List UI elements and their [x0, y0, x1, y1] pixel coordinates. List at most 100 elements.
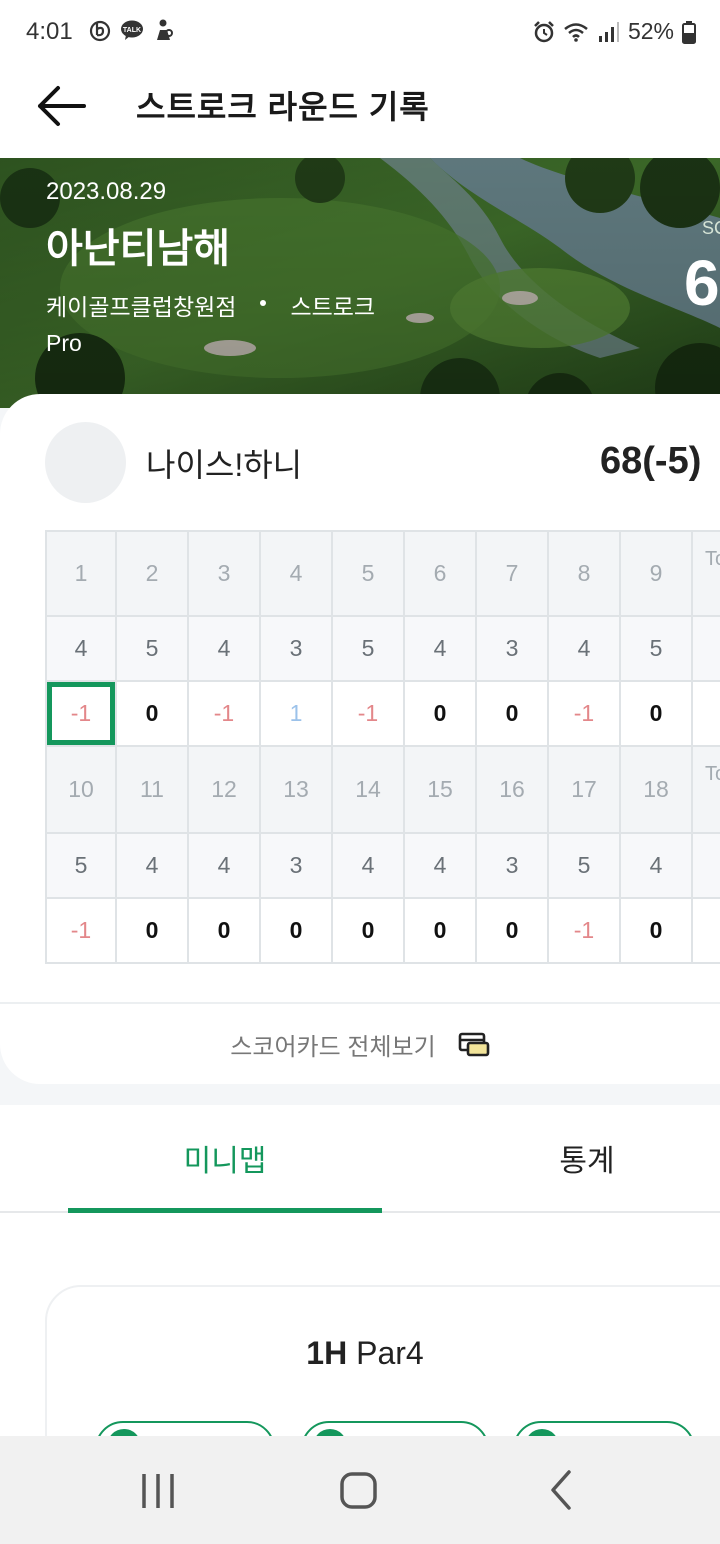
avatar[interactable] — [45, 422, 126, 503]
result-cell: 0 — [477, 899, 549, 964]
result-cell: 0 — [261, 899, 333, 964]
front-hole-row: 123456789To — [45, 530, 720, 617]
separator-dot — [260, 300, 267, 306]
tab-minimap[interactable]: 미니맵 — [68, 1105, 382, 1213]
par-cell: 4 — [189, 617, 261, 682]
hole-number-cell: 11 — [117, 747, 189, 834]
hole-number-cell: 5 — [333, 530, 405, 617]
round-level: Pro — [46, 330, 82, 356]
hole-number-cell: 9 — [621, 530, 693, 617]
par-cell: 5 — [621, 617, 693, 682]
status-bar: 4:01 TALK 52% — [0, 0, 720, 62]
result-cell: 0 — [621, 899, 693, 964]
result-cell: 0 — [333, 899, 405, 964]
par-cell: 5 — [45, 834, 117, 899]
minimap-section: 1H Par4 — [0, 1213, 720, 1525]
result-cell: 0 — [621, 682, 693, 747]
battery-icon — [682, 20, 696, 44]
full-scorecard-label: 스코어카드 전체보기 — [230, 1033, 436, 1061]
player-total-score: 68(-5) — [600, 440, 702, 482]
score-label: SC — [702, 218, 720, 238]
hole-number-cell: 18 — [621, 747, 693, 834]
par-cell: 4 — [333, 834, 405, 899]
result-cell: 0 — [117, 899, 189, 964]
par-cell: 4 — [189, 834, 261, 899]
hole-title: 1H Par4 — [47, 1335, 720, 1372]
app-header: 스트로크 라운드 기록 — [0, 62, 720, 158]
hole-number-cell: 6 — [405, 530, 477, 617]
par-cell: 3 — [477, 834, 549, 899]
back-nav-icon[interactable] — [537, 1466, 587, 1516]
arrow-left-icon — [38, 86, 86, 126]
result-cell: 0 — [189, 899, 261, 964]
hole-number-cell: 8 — [549, 530, 621, 617]
hole-number-cell: 1 — [45, 530, 117, 617]
par-cell: 4 — [405, 834, 477, 899]
wifi-icon — [564, 22, 588, 42]
course-name: 아난티남해 — [46, 227, 230, 271]
result-cell[interactable]: -1 — [45, 682, 117, 747]
hole-number-cell: 16 — [477, 747, 549, 834]
stroke-round-record-screen: 4:01 TALK 52% 스트로크 라운드 기록 2023.08.29 아난티… — [0, 0, 720, 1544]
notification-icons: TALK — [88, 18, 176, 42]
hole-number: 1H — [306, 1335, 348, 1371]
player-name: 나이스!하니 — [146, 447, 303, 483]
par-cell: 3 — [477, 617, 549, 682]
round-mode: 스트로크 — [290, 294, 376, 320]
hole-number-cell: 15 — [405, 747, 477, 834]
battery-percent: 52% — [627, 18, 674, 44]
back-result-row: -1000000-103 — [45, 899, 720, 964]
front-par-row: 4543543453 — [45, 617, 720, 682]
hole-number-cell: 14 — [333, 747, 405, 834]
page-title: 스트로크 라운드 기록 — [136, 89, 430, 125]
par-total-cell: 3 — [693, 617, 720, 682]
status-time: 4:01 — [26, 18, 73, 45]
scorecard-icon — [458, 1032, 489, 1057]
par-cell: 4 — [117, 834, 189, 899]
result-total-cell: 3 — [693, 682, 720, 747]
result-cell: -1 — [549, 682, 621, 747]
hole-number-cell: 10 — [45, 747, 117, 834]
hole-number-cell: 2 — [117, 530, 189, 617]
hole-number-cell: 17 — [549, 747, 621, 834]
back-par-row: 5443443543 — [45, 834, 720, 899]
svg-text:TALK: TALK — [123, 27, 141, 34]
tab-statistics[interactable]: 통계 — [430, 1105, 720, 1211]
result-cell: -1 — [189, 682, 261, 747]
system-nav-bar — [0, 1436, 720, 1544]
scorecard-grid: 123456789To 4543543453 -10-11-100-103 10… — [45, 530, 720, 964]
result-cell: 0 — [405, 899, 477, 964]
par-cell: 3 — [261, 617, 333, 682]
result-cell: 0 — [477, 682, 549, 747]
score-value: 6 — [684, 247, 720, 319]
home-icon[interactable] — [333, 1466, 383, 1516]
back-hole-row: 101112131415161718To — [45, 747, 720, 834]
b-app-icon — [89, 20, 111, 42]
status-right: 52% — [532, 18, 696, 45]
hole-number-cell: 13 — [261, 747, 333, 834]
hole-number-cell: 4 — [261, 530, 333, 617]
hole-number-cell: 12 — [189, 747, 261, 834]
result-cell: -1 — [45, 899, 117, 964]
course-banner: 2023.08.29 아난티남해 케이골프클럽창원점 스트로크 Pro SC 6 — [0, 158, 720, 408]
hole-number-cell: 3 — [189, 530, 261, 617]
par-cell: 5 — [333, 617, 405, 682]
par-cell: 5 — [549, 834, 621, 899]
par-cell: 4 — [405, 617, 477, 682]
result-cell: 0 — [117, 682, 189, 747]
alarm-icon — [534, 20, 554, 42]
recent-apps-icon[interactable] — [133, 1466, 183, 1516]
person-icon — [157, 19, 173, 40]
par-total-cell: 3 — [693, 834, 720, 899]
par-cell: 4 — [549, 617, 621, 682]
round-info: 케이골프클럽창원점 스트로크 — [46, 288, 375, 322]
hole-number-cell: 7 — [477, 530, 549, 617]
par-cell: 4 — [45, 617, 117, 682]
back-button[interactable] — [36, 82, 90, 132]
result-cell: -1 — [549, 899, 621, 964]
result-cell: 0 — [405, 682, 477, 747]
front-result-row: -10-11-100-103 — [45, 682, 720, 747]
full-scorecard-button[interactable]: 스코어카드 전체보기 — [0, 1002, 720, 1084]
hole-par: Par4 — [356, 1335, 424, 1371]
result-total-cell: 3 — [693, 899, 720, 964]
